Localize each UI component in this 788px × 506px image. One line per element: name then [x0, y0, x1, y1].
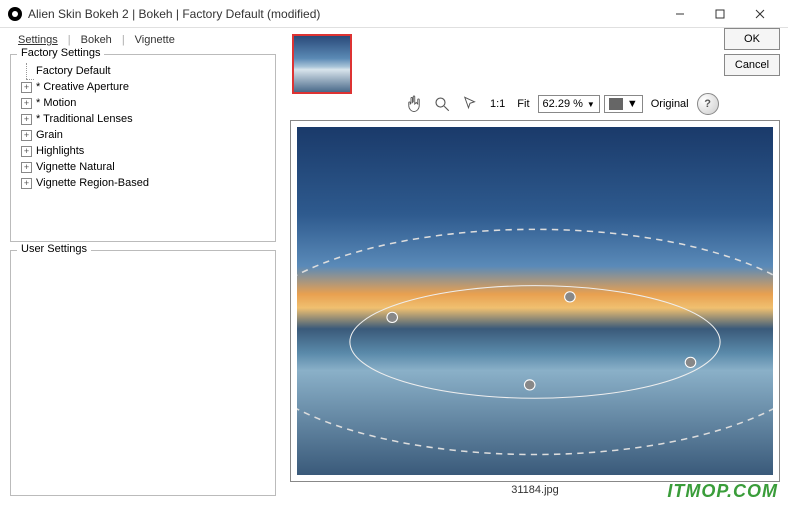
tab-settings[interactable]: Settings	[10, 32, 66, 48]
tab-vignette[interactable]: Vignette	[127, 32, 183, 48]
ok-button[interactable]: OK	[724, 28, 780, 50]
preview-image[interactable]	[297, 127, 773, 475]
maximize-button[interactable]	[700, 1, 740, 27]
preview-frame	[290, 120, 780, 482]
window-controls	[660, 1, 780, 27]
app-icon	[8, 7, 22, 21]
expand-icon[interactable]: +	[21, 130, 32, 141]
background-color-dropdown[interactable]: ▼	[604, 95, 643, 113]
original-button[interactable]: Original	[647, 98, 693, 110]
expand-icon[interactable]: +	[21, 114, 32, 125]
expand-icon[interactable]: +	[21, 82, 32, 93]
one-to-one-button[interactable]: 1:1	[486, 98, 509, 110]
watermark: ITMOP.COM	[667, 481, 778, 502]
tab-bar: Settings | Bokeh | Vignette	[10, 32, 276, 48]
tree-item[interactable]: +Vignette Region-Based	[21, 175, 269, 191]
zoom-value: 62.29 %	[543, 98, 583, 110]
zoom-dropdown[interactable]: 62.29 % ▼	[538, 95, 600, 113]
factory-settings-group: Factory Settings Factory Default +* Crea…	[10, 54, 276, 242]
hand-tool-icon[interactable]	[402, 92, 426, 116]
expand-icon[interactable]: +	[21, 178, 32, 189]
tree-item[interactable]: Factory Default	[21, 63, 269, 79]
tree-item[interactable]: +Grain	[21, 127, 269, 143]
user-settings-legend: User Settings	[17, 243, 91, 255]
thumbnail-strip	[290, 32, 362, 96]
close-button[interactable]	[740, 1, 780, 27]
zoom-tool-icon[interactable]	[430, 92, 454, 116]
fit-button[interactable]: Fit	[513, 98, 533, 110]
window-title: Alien Skin Bokeh 2 | Bokeh | Factory Def…	[28, 7, 660, 21]
chevron-down-icon: ▼	[587, 100, 595, 109]
minimize-button[interactable]	[660, 1, 700, 27]
color-swatch	[609, 98, 623, 110]
thumbnail[interactable]	[292, 34, 352, 94]
factory-settings-legend: Factory Settings	[17, 47, 104, 59]
tree-item[interactable]: +Vignette Natural	[21, 159, 269, 175]
expand-icon[interactable]: +	[21, 162, 32, 173]
factory-settings-tree: Factory Default +* Creative Aperture +* …	[17, 63, 269, 191]
right-panel: OK Cancel 1:1 Fit 62.29 %	[286, 28, 788, 506]
dialog-buttons: OK Cancel	[724, 28, 780, 76]
preview-toolbar: 1:1 Fit 62.29 % ▼ ▼ Original ?	[402, 92, 719, 116]
user-settings-group: User Settings	[10, 250, 276, 496]
tree-item[interactable]: +* Creative Aperture	[21, 79, 269, 95]
expand-icon[interactable]: +	[21, 146, 32, 157]
cancel-button[interactable]: Cancel	[724, 54, 780, 76]
chevron-down-icon: ▼	[627, 98, 638, 110]
expand-icon[interactable]: +	[21, 98, 32, 109]
tree-item[interactable]: +* Motion	[21, 95, 269, 111]
tab-bokeh[interactable]: Bokeh	[73, 32, 120, 48]
tree-item[interactable]: +Highlights	[21, 143, 269, 159]
left-panel: Settings | Bokeh | Vignette Factory Sett…	[0, 28, 286, 506]
tree-item[interactable]: +* Traditional Lenses	[21, 111, 269, 127]
pointer-tool-icon[interactable]	[458, 92, 482, 116]
titlebar: Alien Skin Bokeh 2 | Bokeh | Factory Def…	[0, 0, 788, 28]
help-icon[interactable]: ?	[697, 93, 719, 115]
